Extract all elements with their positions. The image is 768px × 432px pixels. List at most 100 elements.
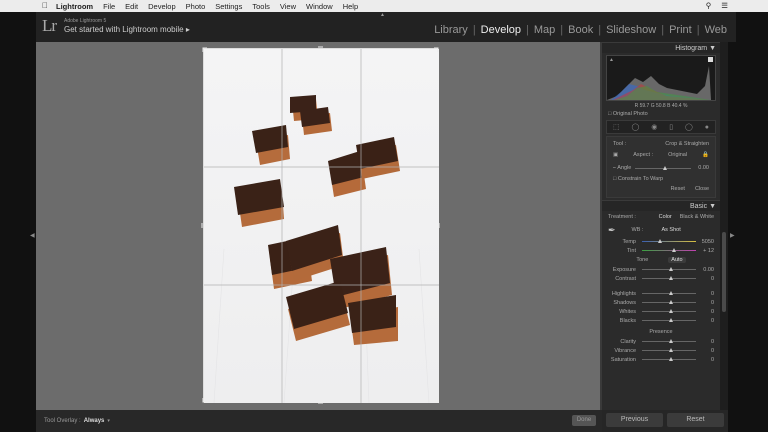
slider-row[interactable]: Highlights 0 [602, 289, 720, 298]
slider-track[interactable] [642, 248, 696, 252]
spotlight-icon[interactable]: ⚲ [706, 1, 712, 10]
slider-row[interactable]: Saturation 0 [602, 355, 720, 364]
wb-select[interactable]: As Shot [661, 227, 680, 233]
slider-track[interactable] [642, 348, 696, 352]
apple-icon[interactable]:  [42, 1, 48, 10]
module-develop[interactable]: Develop [476, 24, 526, 36]
aspect-select[interactable]: Original [668, 152, 687, 158]
slider-row[interactable]: Vibrance 0 [602, 346, 720, 355]
spot-removal-tool-icon[interactable]: ◯ [631, 123, 639, 131]
slider-value[interactable]: 0 [700, 309, 714, 315]
red-eye-tool-icon[interactable]: ◉ [651, 123, 657, 131]
slider-row[interactable]: Blacks 0 [602, 316, 720, 325]
slider-value[interactable]: 0 [700, 276, 714, 282]
menu-develop[interactable]: Develop [148, 2, 176, 11]
slider-row[interactable]: Clarity 0 [602, 337, 720, 346]
slider-knob[interactable] [669, 300, 673, 304]
menu-settings[interactable]: Settings [215, 2, 242, 11]
slider-knob[interactable] [669, 357, 673, 361]
mobile-promo[interactable]: Get started with Lightroom mobile ▸ [64, 25, 190, 34]
scrollbar-thumb[interactable] [722, 232, 726, 312]
angle-slider[interactable] [635, 165, 691, 170]
menu-file[interactable]: File [103, 2, 115, 11]
chevron-down-icon[interactable]: ▾ [107, 418, 110, 424]
slider-track[interactable] [642, 300, 696, 304]
done-button[interactable]: Done [572, 415, 596, 426]
angle-value[interactable]: 0.00 [695, 165, 709, 171]
highlight-clipping-icon[interactable] [708, 57, 713, 62]
menu-photo[interactable]: Photo [186, 2, 206, 11]
module-slideshow[interactable]: Slideshow [601, 24, 661, 36]
slider-knob[interactable] [669, 318, 673, 322]
slider-track[interactable] [642, 357, 696, 361]
crop-overlay-tool-icon[interactable]: ⬚ [613, 123, 620, 131]
crop-frame-icon[interactable]: ▣ [613, 152, 618, 158]
original-photo-row[interactable]: □ Original Photo [602, 109, 720, 118]
slider-row[interactable]: Exposure 0.00 [602, 265, 720, 274]
crop-close-button[interactable]: Close [695, 186, 709, 192]
slider-knob[interactable] [669, 276, 673, 280]
basic-header[interactable]: Basic ▼ [602, 200, 720, 211]
slider-row[interactable]: Whites 0 [602, 307, 720, 316]
histogram-graph[interactable]: ▲ [606, 55, 716, 101]
slider-knob[interactable] [669, 339, 673, 343]
graduated-filter-tool-icon[interactable]: ▯ [669, 123, 673, 131]
menu-tools[interactable]: Tools [252, 2, 270, 11]
slider-knob[interactable] [669, 309, 673, 313]
slider-knob[interactable] [658, 239, 663, 243]
adjustment-brush-tool-icon[interactable]: ● [705, 124, 709, 131]
module-book[interactable]: Book [563, 24, 598, 36]
slider-track[interactable] [642, 339, 696, 343]
treatment-bw[interactable]: Black & White [680, 214, 714, 220]
previous-button[interactable]: Previous [606, 413, 663, 427]
slider-value[interactable]: 0 [700, 291, 714, 297]
left-panel-toggle-icon[interactable]: ◀ [30, 232, 35, 239]
auto-tone-button[interactable]: Auto [668, 257, 686, 263]
slider-track[interactable] [642, 318, 696, 322]
slider-knob[interactable] [671, 248, 676, 252]
panel-scrollbar[interactable] [720, 42, 728, 410]
module-library[interactable]: Library [429, 24, 473, 36]
reset-button[interactable]: Reset [667, 413, 724, 427]
slider-knob[interactable] [669, 291, 673, 295]
menu-help[interactable]: Help [343, 2, 358, 11]
white-balance-selector-icon[interactable]: ✒ [608, 225, 616, 236]
slider-track[interactable] [642, 276, 696, 280]
photo-preview[interactable] [203, 48, 439, 403]
slider-track[interactable] [642, 239, 696, 243]
radial-filter-tool-icon[interactable]: ◯ [685, 123, 693, 131]
slider-knob[interactable] [669, 348, 673, 352]
slider-row[interactable]: Contrast 0 [602, 274, 720, 283]
slider-value[interactable]: 0 [700, 348, 714, 354]
crop-reset-button[interactable]: Reset [671, 186, 685, 192]
slider-value[interactable]: 0 [700, 300, 714, 306]
notification-icon[interactable]: ☰ [721, 1, 728, 10]
slider-knob[interactable] [669, 267, 673, 271]
constrain-checkbox-icon[interactable]: □ [613, 176, 616, 182]
straighten-tool-icon[interactable]: ⎯ [613, 165, 616, 172]
checkbox-icon[interactable]: □ [608, 111, 611, 117]
slider-value[interactable]: 0.00 [700, 267, 714, 273]
app-menu[interactable]: Lightroom [56, 2, 93, 11]
module-print[interactable]: Print [664, 24, 697, 36]
slider-value[interactable]: + 12 [700, 248, 714, 254]
slider-row[interactable]: Temp 5050 [602, 237, 720, 246]
angle-slider-knob[interactable] [663, 165, 668, 170]
slider-row[interactable]: Shadows 0 [602, 298, 720, 307]
slider-track[interactable] [642, 309, 696, 313]
right-panel-toggle-icon[interactable]: ▶ [730, 232, 735, 239]
slider-value[interactable]: 0 [700, 339, 714, 345]
slider-value[interactable]: 0 [700, 318, 714, 324]
slider-value[interactable]: 0 [700, 357, 714, 363]
slider-value[interactable]: 5050 [700, 239, 714, 245]
menu-view[interactable]: View [280, 2, 296, 11]
module-map[interactable]: Map [529, 24, 560, 36]
top-panel-toggle-icon[interactable]: ▲ [380, 12, 385, 18]
shadow-clipping-icon[interactable]: ▲ [609, 57, 614, 63]
slider-track[interactable] [642, 291, 696, 295]
lock-icon[interactable]: 🔒 [702, 152, 709, 158]
histogram-header[interactable]: Histogram ▼ [602, 42, 720, 53]
module-web[interactable]: Web [700, 24, 732, 36]
tool-overlay-select[interactable]: Always [84, 418, 105, 424]
treatment-color[interactable]: Color [659, 214, 672, 220]
